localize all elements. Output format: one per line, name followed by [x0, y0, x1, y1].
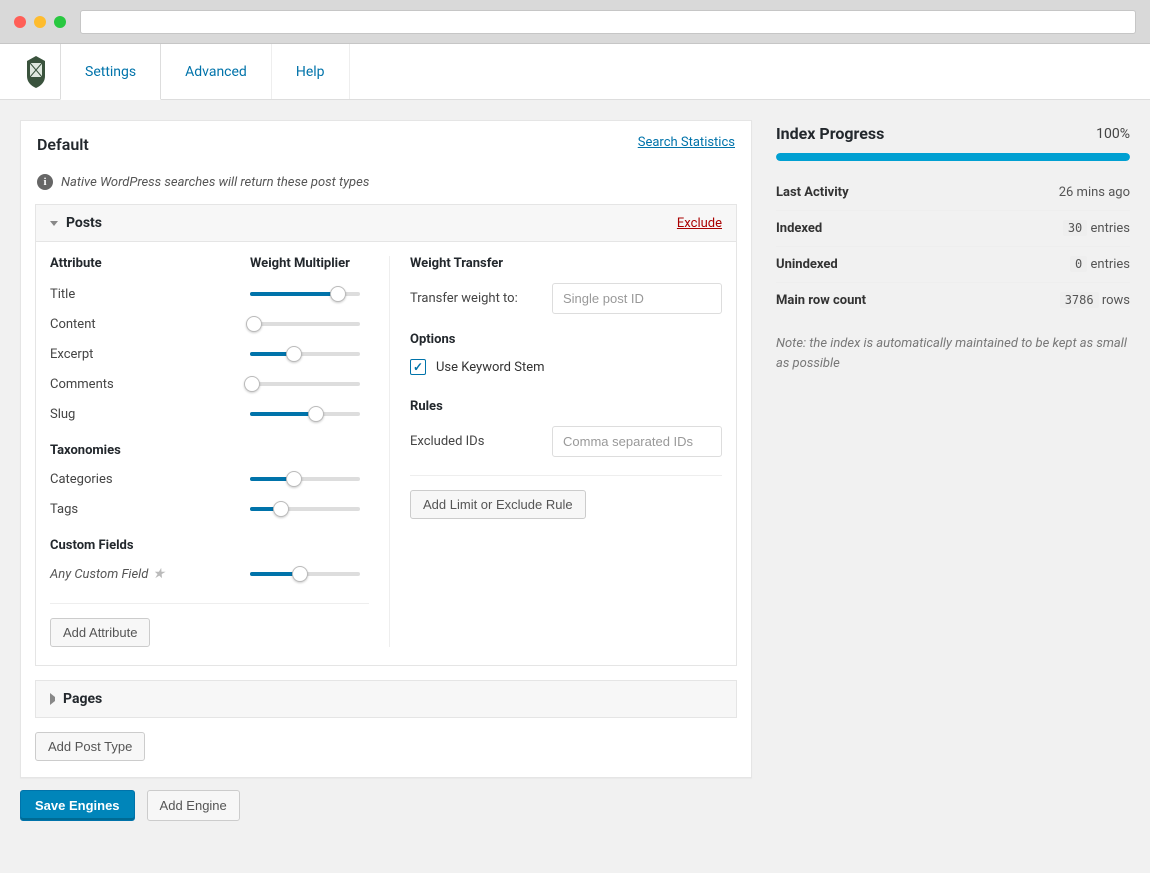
save-engines-button[interactable]: Save Engines	[20, 790, 135, 821]
attribute-name: Categories	[50, 472, 250, 487]
zoom-icon[interactable]	[54, 16, 66, 28]
add-rule-button[interactable]: Add Limit or Exclude Rule	[410, 490, 586, 519]
stat-row: Indexed 30 entries	[776, 211, 1130, 247]
pages-section: Pages	[35, 680, 737, 718]
excluded-ids-input[interactable]	[552, 426, 722, 457]
tab-advanced[interactable]: Advanced	[161, 44, 272, 99]
stat-key: Main row count	[776, 293, 866, 308]
attribute-name: Comments	[50, 377, 250, 392]
rules-head: Rules	[410, 399, 722, 414]
weight-slider[interactable]	[250, 477, 360, 481]
stat-row: Last Activity 26 mins ago	[776, 175, 1130, 211]
weight-slider[interactable]	[250, 382, 360, 386]
chevron-right-icon[interactable]	[50, 693, 55, 705]
attribute-name: Tags	[50, 502, 250, 517]
attribute-name: Excerpt	[50, 347, 250, 362]
index-note: Note: the index is automatically maintai…	[776, 334, 1130, 373]
close-icon[interactable]	[14, 16, 26, 28]
stat-value: 30 entries	[1063, 221, 1130, 236]
stat-key: Last Activity	[776, 185, 849, 200]
attribute-row: Tags	[50, 494, 369, 524]
add-attribute-button[interactable]: Add Attribute	[50, 618, 150, 647]
weight-transfer-head: Weight Transfer	[410, 256, 722, 271]
attribute-column-head: Attribute	[50, 256, 250, 271]
exclude-link[interactable]: Exclude	[677, 216, 722, 231]
keyword-stem-label: Use Keyword Stem	[436, 360, 545, 375]
window-titlebar	[0, 0, 1150, 44]
add-post-type-button[interactable]: Add Post Type	[35, 732, 145, 761]
custom-fields-head: Custom Fields	[50, 538, 369, 553]
attribute-row: Comments	[50, 369, 369, 399]
weight-slider[interactable]	[250, 352, 360, 356]
taxonomies-head: Taxonomies	[50, 443, 369, 458]
excluded-ids-label: Excluded IDs	[410, 434, 540, 449]
stat-row: Main row count 3786 rows	[776, 283, 1130, 318]
posts-section: Posts Exclude Attribute Weight Multiplie…	[35, 204, 737, 666]
options-head: Options	[410, 332, 722, 347]
attribute-name: Title	[50, 287, 250, 302]
weight-slider[interactable]	[250, 412, 360, 416]
keyword-stem-checkbox[interactable]	[410, 359, 426, 375]
attribute-row: Title	[50, 279, 369, 309]
stat-row: Unindexed 0 entries	[776, 247, 1130, 283]
section-title: Posts	[66, 215, 102, 231]
stat-value: 3786 rows	[1060, 293, 1130, 308]
transfer-input[interactable]	[552, 283, 722, 314]
attribute-row: Categories	[50, 464, 369, 494]
weight-slider[interactable]	[250, 292, 360, 296]
stat-key: Indexed	[776, 221, 822, 236]
index-progress-percent: 100%	[1096, 126, 1130, 142]
weight-slider[interactable]	[250, 507, 360, 511]
info-icon: i	[37, 174, 53, 190]
app-logo	[12, 44, 60, 99]
section-title: Pages	[63, 691, 102, 707]
stat-key: Unindexed	[776, 257, 838, 272]
attribute-name: Content	[50, 317, 250, 332]
tab-settings[interactable]: Settings	[60, 44, 161, 100]
chevron-down-icon[interactable]	[50, 221, 58, 226]
index-progress-title: Index Progress	[776, 124, 884, 143]
stat-value: 26 mins ago	[1059, 185, 1130, 200]
attribute-row: Excerpt	[50, 339, 369, 369]
panel-subhead: Native WordPress searches will return th…	[61, 175, 369, 190]
weight-slider[interactable]	[250, 322, 360, 326]
custom-field-name: Any Custom Field★	[50, 566, 250, 582]
window-traffic-lights	[14, 16, 66, 28]
panel-title: Default	[37, 135, 89, 154]
url-bar[interactable]	[80, 10, 1136, 34]
add-engine-button[interactable]: Add Engine	[147, 790, 240, 821]
search-statistics-link[interactable]: Search Statistics	[638, 135, 735, 154]
index-progress-bar	[776, 153, 1130, 161]
stat-value: 0 entries	[1070, 257, 1130, 272]
top-tabs: SettingsAdvancedHelp	[0, 44, 1150, 100]
minimize-icon[interactable]	[34, 16, 46, 28]
transfer-label: Transfer weight to:	[410, 291, 540, 306]
attribute-name: Slug	[50, 407, 250, 422]
weight-slider[interactable]	[250, 572, 360, 576]
attribute-row: Slug	[50, 399, 369, 429]
tab-help[interactable]: Help	[272, 44, 350, 99]
attribute-row: Content	[50, 309, 369, 339]
star-icon: ★	[152, 566, 165, 582]
weight-column-head: Weight Multiplier	[250, 256, 350, 271]
